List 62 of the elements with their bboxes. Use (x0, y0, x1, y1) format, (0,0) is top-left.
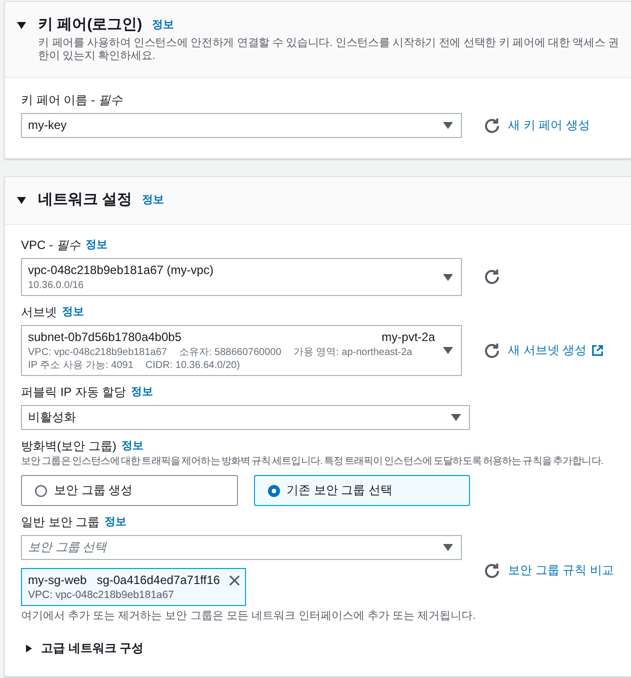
radio-tile[interactable]: 기존 보안 그룹 선택 (254, 475, 470, 506)
info-link[interactable]: 정보 (104, 514, 127, 530)
caret-down-icon[interactable] (17, 22, 26, 28)
field-label: 방화벽(보안 그룹) (21, 438, 116, 454)
info-link[interactable]: 정보 (152, 17, 174, 33)
section-title: 키 페어(로그인) (38, 15, 142, 35)
select-field[interactable]: my-key (21, 113, 462, 138)
refresh-icon (484, 118, 500, 134)
selected-value: vpc-048c218b9eb181a67 (my-vpc) (28, 262, 214, 279)
refresh-button[interactable] (484, 342, 500, 358)
refresh-icon (484, 342, 500, 358)
field-label: 일반 보안 그룹 (21, 514, 100, 530)
token-id: sg-0a416d4ed7a71ff16 (96, 572, 220, 589)
action-link[interactable]: 새 서브넷 생성 (508, 342, 603, 359)
action-link[interactable]: 보안 그룹 규칙 비교 (508, 562, 614, 579)
value-detail: 소유자: 588660760000 (179, 346, 282, 359)
selected-value: my-key (28, 117, 67, 134)
refresh-icon (484, 269, 500, 285)
radio-tile[interactable]: 보안 그룹 생성 (21, 475, 238, 506)
info-link[interactable]: 정보 (85, 237, 108, 253)
select-field[interactable]: 비활성화 (21, 405, 470, 430)
select-field[interactable]: vpc-048c218b9eb181a67 (my-vpc) 10.36.0.0/16 (21, 258, 462, 296)
field-label: 서브넷 (21, 304, 57, 320)
select-field[interactable]: subnet-0b7d56b1780a4b0b5 my-pvt-2a VPC: vpc-048c218b9eb181a67 소유자: 588660760000 가용 영역: ap-northeast-2a IP 주소 사용 가능: 4091 CIDR: 10.36.64.0/20) (21, 325, 462, 376)
close-icon[interactable] (228, 575, 240, 586)
info-link[interactable]: 정보 (131, 384, 154, 400)
value-detail: 가용 영역: ap-northeast-2a (293, 346, 412, 359)
field-label: 퍼블릭 IP 자동 할당 (21, 384, 126, 400)
info-link[interactable]: 정보 (142, 192, 164, 208)
field-label: 키 페어 이름 - 필수 (21, 92, 122, 108)
info-link[interactable]: 정보 (62, 304, 84, 320)
value-detail: VPC: vpc-048c218b9eb181a67 (28, 346, 167, 359)
refresh-button[interactable] (484, 118, 500, 134)
value-detail: 10.36.0.0/16 (28, 279, 84, 292)
field-label: VPC - 필수 (21, 237, 80, 253)
caret-down-icon (443, 122, 453, 129)
selected-value: subnet-0b7d56b1780a4b0b5 (28, 329, 182, 346)
field-hint: 여기에서 추가 또는 제거하는 보안 그룹은 모든 네트워크 인터페이스에 추가 또는 제거됩니다. (21, 609, 477, 623)
select-field[interactable]: 보안 그룹 선택 (21, 535, 462, 560)
radio-selected-icon (268, 484, 280, 496)
field-description: 보안 그룹은 인스턴스에 대한 트래픽을 제어하는 방화벽 규칙 세트입니다. 특정 트래픽이 인스턴스에 도달하도록 허용하는 규칙을 추가합니다. (21, 455, 604, 468)
selected-value: 비활성화 (28, 409, 76, 426)
caret-down-icon (451, 414, 461, 421)
info-link[interactable]: 정보 (121, 438, 144, 454)
select-placeholder: 보안 그룹 선택 (28, 539, 107, 556)
caret-down-icon[interactable] (17, 196, 26, 204)
value-tag: my-pvt-2a (382, 329, 435, 346)
section-description: 키 페어를 사용하여 인스턴스에 안전하게 연결할 수 있습니다. 인스턴스를 시작하기 전에 선택한 키 페어에 대한 액세스 권한이 있는지 확인하세요. (38, 37, 620, 63)
refresh-button[interactable] (484, 269, 500, 285)
expander-toggle[interactable]: 고급 네트워크 구성 (21, 640, 144, 656)
section-title: 네트워크 설정 (38, 190, 132, 210)
caret-down-icon (443, 274, 453, 280)
caret-down-icon (443, 544, 453, 551)
token-name: my-sg-web (28, 572, 87, 589)
caret-down-icon (443, 347, 453, 354)
token-detail: VPC: vpc-048c218b9eb181a67 (28, 589, 175, 602)
value-detail: CIDR: 10.36.64.0/20) (145, 359, 240, 372)
action-link[interactable]: 새 키 페어 생성 (508, 117, 590, 134)
refresh-button[interactable] (484, 562, 500, 578)
value-detail: IP 주소 사용 가능: 4091 (28, 359, 134, 372)
radio-icon (35, 484, 47, 496)
refresh-icon (484, 562, 500, 578)
